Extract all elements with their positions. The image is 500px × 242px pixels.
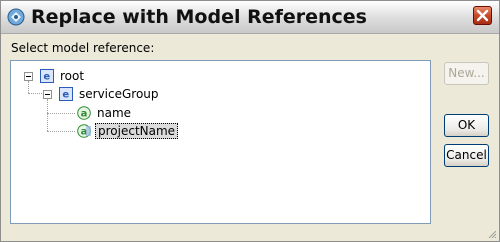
new-button[interactable]: New... <box>444 62 489 85</box>
attribute-icon: a <box>77 124 91 138</box>
tree-node-label: serviceGroup <box>79 87 159 101</box>
collapse-toggle[interactable] <box>43 90 52 99</box>
resize-grip-icon[interactable] <box>487 229 497 239</box>
app-icon <box>7 8 25 26</box>
close-button[interactable] <box>473 6 492 25</box>
collapse-toggle[interactable] <box>24 72 33 81</box>
element-icon: e <box>59 87 73 101</box>
ok-button[interactable]: OK <box>444 114 489 137</box>
tree-node-name[interactable]: a name <box>11 105 251 123</box>
dialog-title: Replace with Model References <box>31 6 367 28</box>
svg-text:e: e <box>43 72 50 83</box>
tree-node-label-selected: projectName <box>95 123 179 139</box>
svg-text:a: a <box>81 109 88 120</box>
tree-node-label: name <box>97 106 132 120</box>
tree-node-root[interactable]: e root <box>11 68 211 86</box>
tree-node-projectname[interactable]: a projectName <box>11 123 251 141</box>
element-icon: e <box>40 69 54 83</box>
cancel-button[interactable]: Cancel <box>444 144 489 167</box>
tree-node-label: root <box>60 69 85 83</box>
close-icon <box>476 9 489 22</box>
tree-node-servicegroup[interactable]: e serviceGroup <box>11 86 251 104</box>
title-bar[interactable]: Replace with Model References <box>1 1 499 34</box>
model-reference-tree[interactable]: e root e serviceGroup a name a projectNa… <box>10 60 431 224</box>
attribute-icon: a <box>77 106 91 120</box>
prompt-label: Select model reference: <box>11 41 155 55</box>
dialog-window: Replace with Model References Select mod… <box>0 0 500 242</box>
svg-text:e: e <box>62 90 69 101</box>
